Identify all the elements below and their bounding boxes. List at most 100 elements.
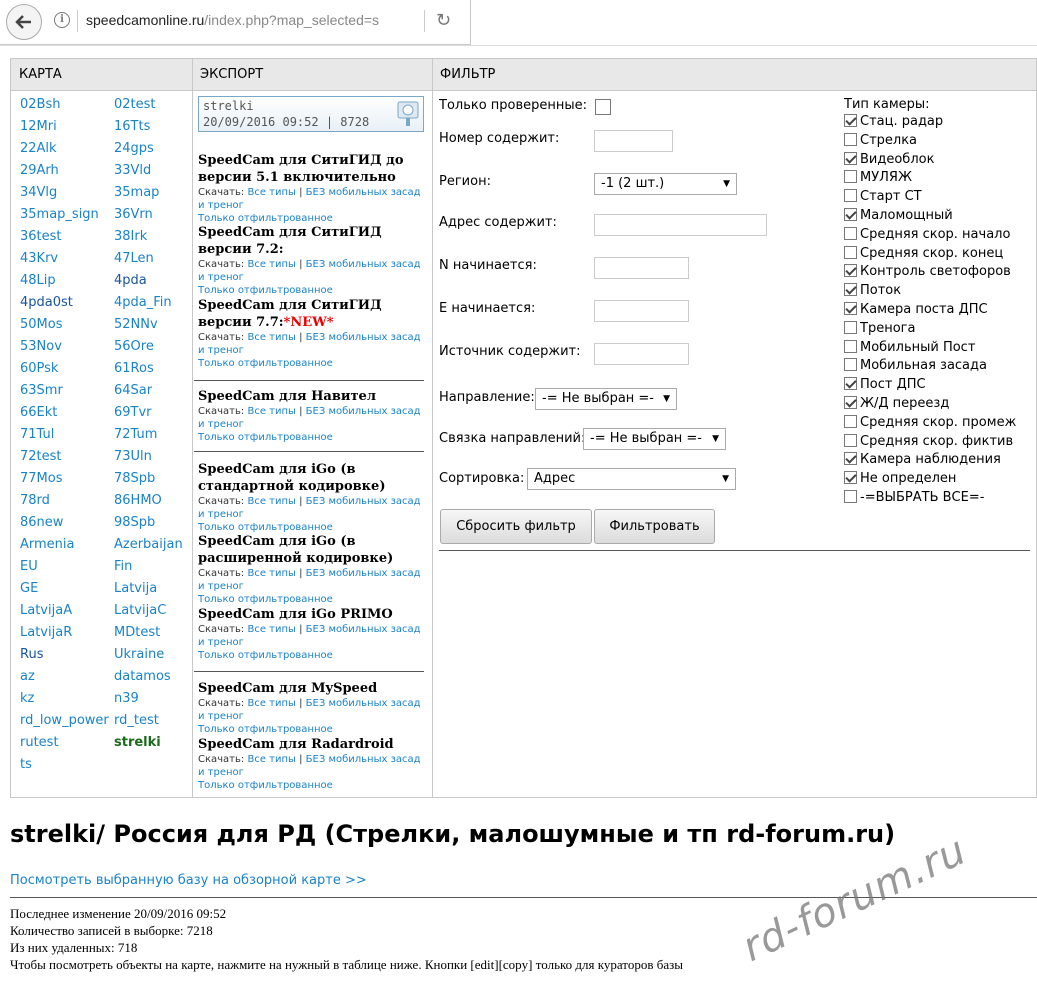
download-filtered-link[interactable]: Только отфильтрованное <box>198 724 333 735</box>
view-on-map-link[interactable]: Посмотреть выбранную базу на обзорной ка… <box>10 873 367 888</box>
map-link[interactable]: 78rd <box>20 493 50 508</box>
download-all-types-link[interactable]: Все типы <box>247 406 295 417</box>
map-link[interactable]: az <box>20 669 35 684</box>
map-link[interactable]: n39 <box>114 691 139 706</box>
map-link[interactable]: 77Mos <box>20 471 63 486</box>
map-link[interactable]: 16Tts <box>114 119 150 134</box>
map-link[interactable]: rutest <box>20 735 59 750</box>
map-link[interactable]: LatvijaC <box>114 603 166 618</box>
source-contains-input[interactable] <box>594 343 689 365</box>
direction-link-select[interactable]: -= Не выбран =- ▼ <box>583 428 726 450</box>
camera-type-option[interactable]: Контроль светофоров <box>844 264 1011 279</box>
camera-type-checkbox[interactable] <box>844 433 857 447</box>
camera-type-option[interactable]: Камера поста ДПС <box>844 302 988 317</box>
map-link[interactable]: 47Len <box>114 251 154 266</box>
camera-type-option[interactable]: Не определен <box>844 471 956 486</box>
map-link[interactable]: 36Vrn <box>114 207 153 222</box>
camera-type-checkbox[interactable] <box>844 264 857 278</box>
camera-type-option[interactable]: Средняя скор. промеж <box>844 414 1016 430</box>
apply-filter-button[interactable]: Фильтровать <box>594 509 715 544</box>
download-filtered-link[interactable]: Только отфильтрованное <box>198 650 333 661</box>
camera-type-option[interactable]: Мобильная засада <box>844 358 987 373</box>
map-link[interactable]: MDtest <box>114 625 160 640</box>
map-link[interactable]: 72test <box>20 449 62 464</box>
download-filtered-link[interactable]: Только отфильтрованное <box>198 213 333 224</box>
map-link[interactable]: 86HMO <box>114 493 162 508</box>
camera-type-checkbox[interactable] <box>844 471 857 485</box>
camera-type-checkbox[interactable] <box>844 414 857 428</box>
sort-select[interactable]: Адрес ▼ <box>527 468 736 490</box>
map-link[interactable]: Fin <box>114 559 132 574</box>
map-link[interactable]: Armenia <box>20 537 75 552</box>
direction-select[interactable]: -= Не выбран =- ▼ <box>535 388 677 410</box>
download-all-types-link[interactable]: Все типы <box>247 754 295 765</box>
map-link[interactable]: 24gps <box>114 141 154 156</box>
map-link[interactable]: 22Alk <box>20 141 57 156</box>
download-all-types-link[interactable]: Все типы <box>247 568 295 579</box>
map-link[interactable]: 33Vld <box>114 163 151 178</box>
number-contains-input[interactable] <box>594 130 673 152</box>
download-all-types-link[interactable]: Все типы <box>247 496 295 507</box>
map-link[interactable]: 02test <box>114 97 156 112</box>
camera-type-checkbox[interactable] <box>844 358 857 372</box>
map-link[interactable]: 61Ros <box>114 361 154 376</box>
map-link[interactable]: datamos <box>114 669 171 684</box>
map-link[interactable]: 72Tum <box>114 427 157 442</box>
camera-type-option[interactable]: Видеоблок <box>844 151 934 167</box>
map-link[interactable]: 98Spb <box>114 515 155 530</box>
camera-type-option[interactable]: Тренога <box>844 320 915 336</box>
camera-type-option[interactable]: -=ВЫБРАТЬ ВСЕ=- <box>844 490 984 505</box>
camera-type-checkbox[interactable] <box>844 339 857 353</box>
camera-type-checkbox[interactable] <box>844 226 857 240</box>
map-link[interactable]: 60Psk <box>20 361 58 376</box>
camera-type-option[interactable]: Камера наблюдения <box>844 452 1001 467</box>
map-link[interactable]: 64Sar <box>114 383 152 398</box>
camera-type-option[interactable]: Мобильный Пост <box>844 339 975 355</box>
map-link[interactable]: 56Ore <box>114 339 154 354</box>
camera-type-option[interactable]: Стац. радар <box>844 114 943 129</box>
camera-type-option[interactable]: Средняя скор. фиктив <box>844 433 1013 449</box>
map-link[interactable]: 36test <box>20 229 62 244</box>
n-starts-input[interactable] <box>594 257 689 279</box>
camera-type-option[interactable]: Ж/Д переезд <box>844 396 949 411</box>
map-link[interactable]: 86new <box>20 515 63 530</box>
map-link[interactable]: rd_low_power <box>20 713 109 728</box>
map-link[interactable]: 35map <box>114 185 159 200</box>
back-button[interactable] <box>6 4 42 40</box>
download-filtered-link[interactable]: Только отфильтрованное <box>198 780 333 791</box>
map-link[interactable]: 78Spb <box>114 471 155 486</box>
map-link[interactable]: 73Uln <box>114 449 152 464</box>
map-link[interactable]: LatvijaR <box>20 625 72 640</box>
download-filtered-link[interactable]: Только отфильтрованное <box>198 358 333 369</box>
map-link[interactable]: 12Mri <box>20 119 57 134</box>
map-link[interactable]: 43Krv <box>20 251 58 266</box>
map-link[interactable]: strelki <box>114 735 161 750</box>
address-bar[interactable]: speedcamonline.ru/index.php?map_selected… <box>86 12 396 28</box>
region-select[interactable]: -1 (2 шт.) ▼ <box>594 173 737 195</box>
address-contains-input[interactable] <box>594 214 767 236</box>
map-link[interactable]: Latvija <box>114 581 157 596</box>
map-link[interactable]: 35map_sign <box>20 207 99 222</box>
camera-type-checkbox[interactable] <box>844 396 857 409</box>
map-link[interactable]: 71Tul <box>20 427 54 442</box>
camera-type-checkbox[interactable] <box>844 302 857 315</box>
camera-type-checkbox[interactable] <box>844 490 857 503</box>
map-link[interactable]: 50Mos <box>20 317 63 332</box>
reload-icon[interactable]: ↻ <box>436 10 451 31</box>
camera-type-checkbox[interactable] <box>844 283 857 297</box>
map-link[interactable]: 52NNv <box>114 317 158 332</box>
camera-type-checkbox[interactable] <box>844 189 857 203</box>
camera-type-checkbox[interactable] <box>844 151 857 165</box>
download-all-types-link[interactable]: Все типы <box>247 332 295 343</box>
camera-type-checkbox[interactable] <box>844 452 857 466</box>
camera-type-checkbox[interactable] <box>844 114 857 127</box>
map-link[interactable]: 4pda <box>114 273 147 288</box>
download-filtered-link[interactable]: Только отфильтрованное <box>198 594 333 605</box>
map-link[interactable]: 69Tvr <box>114 405 152 420</box>
camera-type-checkbox[interactable] <box>844 208 857 221</box>
map-link[interactable]: 34Vlg <box>20 185 57 200</box>
map-link[interactable]: 38Irk <box>114 229 147 244</box>
camera-type-option[interactable]: Пост ДПС <box>844 377 926 392</box>
download-all-types-link[interactable]: Все типы <box>247 187 295 198</box>
map-link[interactable]: Rus <box>20 647 43 662</box>
